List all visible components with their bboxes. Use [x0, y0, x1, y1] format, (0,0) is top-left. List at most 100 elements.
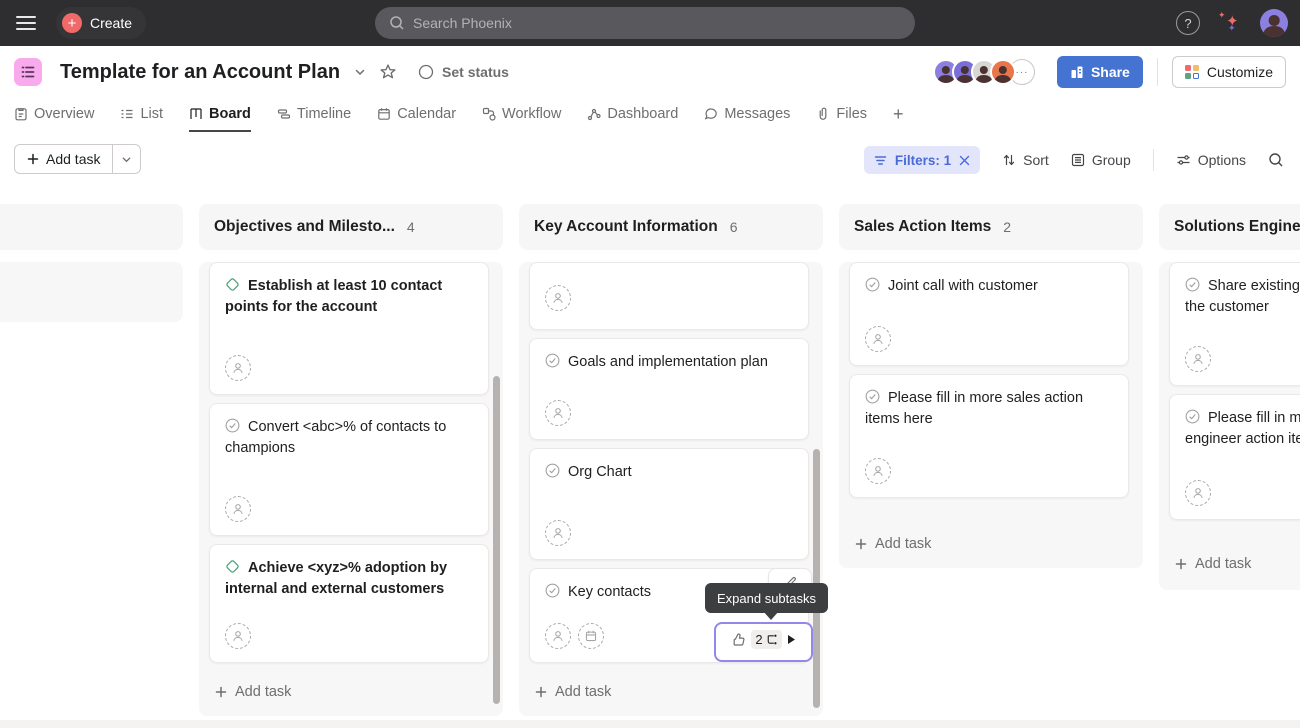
- filters-chip[interactable]: Filters: 1: [864, 146, 980, 174]
- user-avatar[interactable]: [1260, 9, 1288, 37]
- column-header[interactable]: Objectives and Milesto... 4: [199, 204, 503, 250]
- task-card[interactable]: Share existingthe customer: [1169, 262, 1300, 386]
- board-toolbar: Add task Filters: 1 Sort Group Options: [0, 132, 1300, 186]
- group-button[interactable]: Group: [1071, 152, 1131, 168]
- tab-add-button[interactable]: +: [893, 98, 904, 132]
- task-card[interactable]: Establish at least 10 contact points for…: [209, 262, 489, 395]
- create-button[interactable]: + Create: [56, 7, 146, 39]
- assignee-placeholder-icon[interactable]: [545, 400, 571, 426]
- title-chevron-down-icon[interactable]: [354, 66, 366, 78]
- task-card[interactable]: Goals and implementation plan: [529, 338, 809, 440]
- task-card[interactable]: Joint call with customer: [849, 262, 1129, 366]
- topbar: + Create Search Phoenix ? ✦✦✦: [0, 0, 1300, 46]
- thumbs-up-icon[interactable]: [731, 632, 746, 647]
- task-card[interactable]: Convert <abc>% of contacts to champions: [209, 403, 489, 536]
- column-header[interactable]: Sales Action Items 2: [839, 204, 1143, 250]
- assignee-placeholder-icon[interactable]: [545, 285, 571, 311]
- column-header[interactable]: Key Account Information 6: [519, 204, 823, 250]
- options-button[interactable]: Options: [1176, 152, 1246, 168]
- add-task-dropdown[interactable]: [112, 145, 140, 173]
- project-header: Template for an Account Plan Set status …: [0, 46, 1300, 98]
- due-date-placeholder-icon[interactable]: [578, 623, 604, 649]
- assignee-placeholder-icon[interactable]: [865, 458, 891, 484]
- tab-overview[interactable]: Overview: [14, 98, 94, 132]
- assignee-placeholder-icon[interactable]: [225, 623, 251, 649]
- check-circle-icon[interactable]: [225, 418, 240, 433]
- check-circle-icon[interactable]: [865, 389, 880, 404]
- board-view: Objectives and Milesto... 4 Establish at…: [0, 186, 1300, 720]
- column-add-task-button[interactable]: Add task: [215, 684, 291, 700]
- dashboard-icon: [587, 107, 601, 121]
- avatar[interactable]: [990, 59, 1016, 85]
- task-card[interactable]: Org Chart: [529, 448, 809, 560]
- tab-messages[interactable]: Messages: [704, 98, 790, 132]
- column-body: Share existingthe customer Please fill i…: [1159, 262, 1300, 590]
- column-add-task-button[interactable]: Add task: [855, 536, 931, 552]
- task-card[interactable]: Achieve <xyz>% adoption by internal and …: [209, 544, 489, 663]
- task-card[interactable]: Please fill in moengineer action ite: [1169, 394, 1300, 520]
- tab-timeline[interactable]: Timeline: [277, 98, 351, 132]
- add-task-button[interactable]: Add task: [15, 145, 112, 173]
- check-circle-icon[interactable]: [545, 353, 560, 368]
- tab-files[interactable]: Files: [816, 98, 867, 132]
- close-icon[interactable]: [959, 155, 970, 166]
- plus-icon: [535, 686, 547, 698]
- tab-calendar[interactable]: Calendar: [377, 98, 456, 132]
- tab-workflow[interactable]: Workflow: [482, 98, 561, 132]
- project-icon[interactable]: [14, 58, 42, 86]
- assignee-placeholder-icon[interactable]: [1185, 346, 1211, 372]
- board-search-button[interactable]: [1268, 152, 1284, 168]
- board-column-key-account: Key Account Information 6 Goals and impl…: [519, 204, 823, 716]
- column-header[interactable]: [0, 204, 183, 250]
- plus-icon: [27, 153, 39, 165]
- ai-sparkles-icon[interactable]: ✦✦✦: [1218, 10, 1242, 36]
- column-body: Joint call with customer Please fill in …: [839, 262, 1143, 568]
- search-icon: [389, 15, 405, 31]
- check-circle-icon[interactable]: [545, 583, 560, 598]
- column-header[interactable]: Solutions Enginee: [1159, 204, 1300, 250]
- task-card[interactable]: [529, 262, 809, 330]
- tooltip: Expand subtasks: [705, 583, 828, 613]
- column-scrollbar[interactable]: [813, 449, 820, 708]
- assignee-placeholder-icon[interactable]: [225, 496, 251, 522]
- customize-grid-icon: [1185, 65, 1199, 79]
- assignee-placeholder-icon[interactable]: [545, 520, 571, 546]
- assignee-placeholder-icon[interactable]: [225, 355, 251, 381]
- star-icon[interactable]: [380, 64, 396, 80]
- column-scrollbar[interactable]: [493, 376, 500, 704]
- member-avatars: ···: [933, 59, 1035, 85]
- check-circle-icon[interactable]: [1185, 409, 1200, 424]
- check-circle-icon[interactable]: [1185, 277, 1200, 292]
- hamburger-menu-icon[interactable]: [16, 16, 36, 30]
- horizontal-scrollbar-track[interactable]: [0, 720, 1300, 728]
- add-task-split-button: Add task: [14, 144, 141, 174]
- messages-icon: [704, 107, 718, 121]
- group-icon: [1071, 153, 1085, 167]
- column-add-task-button[interactable]: Add task: [1175, 556, 1251, 572]
- task-card[interactable]: Please fill in more sales action items h…: [849, 374, 1129, 498]
- tab-dashboard[interactable]: Dashboard: [587, 98, 678, 132]
- assignee-placeholder-icon[interactable]: [865, 326, 891, 352]
- options-sliders-icon: [1176, 153, 1191, 167]
- tab-board[interactable]: Board: [189, 98, 251, 132]
- customize-button[interactable]: Customize: [1172, 56, 1286, 88]
- tab-list[interactable]: List: [120, 98, 163, 132]
- assignee-placeholder-icon[interactable]: [1185, 480, 1211, 506]
- expand-subtasks-button[interactable]: 2: [714, 622, 813, 662]
- check-circle-icon[interactable]: [865, 277, 880, 292]
- list-glyph-icon: [20, 64, 36, 80]
- sort-button[interactable]: Sort: [1002, 152, 1049, 168]
- filter-icon: [874, 154, 887, 167]
- toolbar-right: Filters: 1 Sort Group Options: [864, 146, 1284, 174]
- column-add-task-button[interactable]: Add task: [535, 684, 611, 700]
- plus-icon: [855, 538, 867, 550]
- share-button[interactable]: Share: [1057, 56, 1143, 88]
- assignee-placeholder-icon[interactable]: [545, 623, 571, 649]
- set-status-button[interactable]: Set status: [418, 64, 509, 80]
- search-input[interactable]: Search Phoenix: [375, 7, 915, 39]
- help-icon[interactable]: ?: [1176, 11, 1200, 35]
- create-label: Create: [90, 15, 132, 31]
- tooltip-caret: [763, 611, 779, 620]
- chevron-down-icon: [121, 154, 132, 165]
- check-circle-icon[interactable]: [545, 463, 560, 478]
